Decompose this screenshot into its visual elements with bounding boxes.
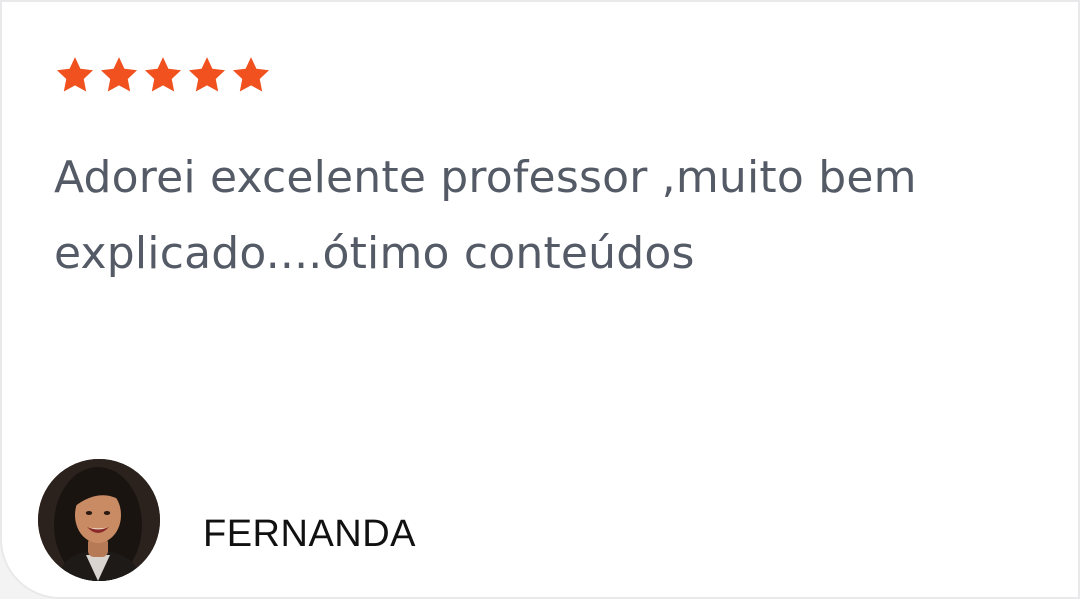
star-icon: [142, 54, 184, 96]
star-icon: [230, 54, 272, 96]
star-icon: [54, 54, 96, 96]
avatar: [38, 459, 160, 581]
review-card: Adorei excelente professor ,muito bem ex…: [0, 0, 1080, 599]
star-icon: [98, 54, 140, 96]
author-name: FERNANDA: [203, 513, 417, 555]
star-icon: [186, 54, 228, 96]
star-rating: [54, 54, 272, 96]
review-text: Adorei excelente professor ,muito bem ex…: [54, 152, 917, 279]
